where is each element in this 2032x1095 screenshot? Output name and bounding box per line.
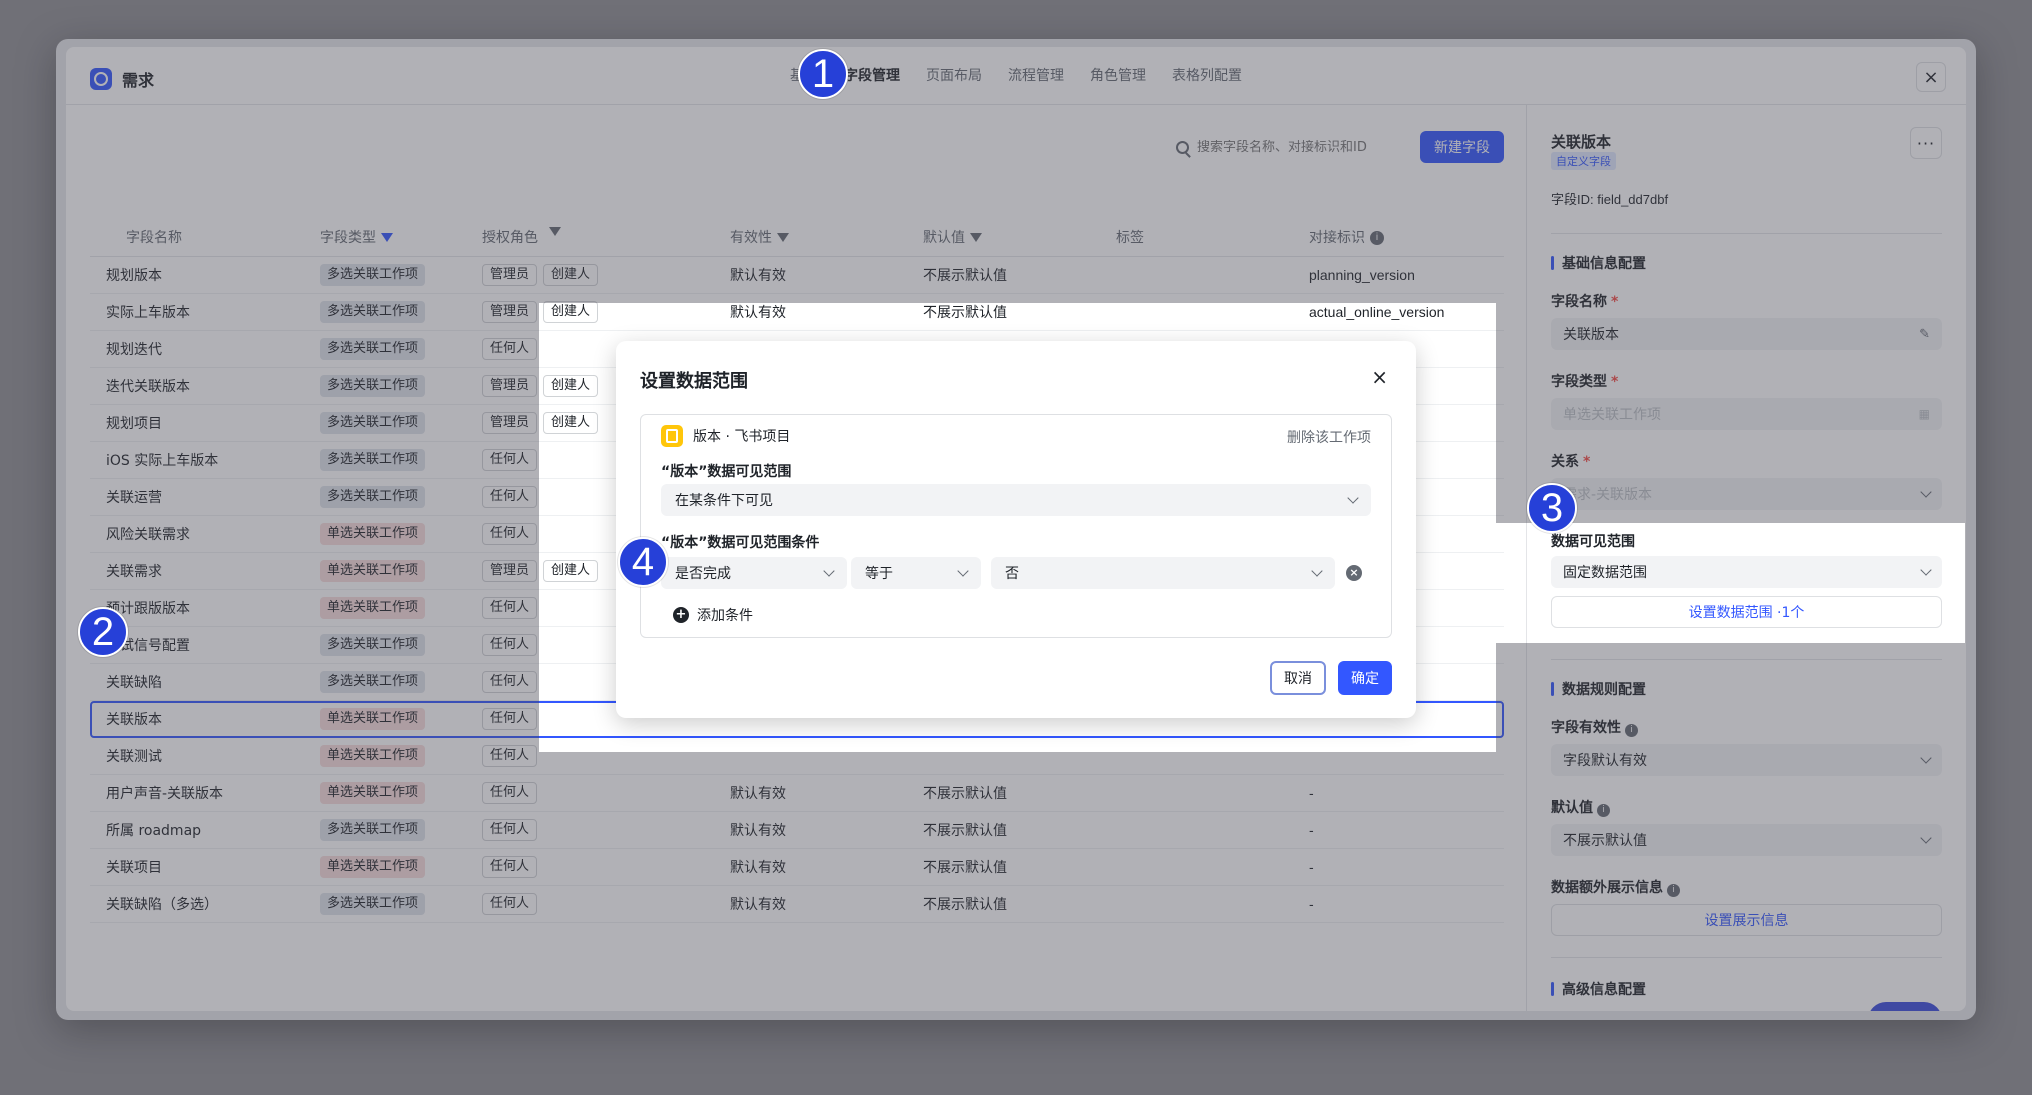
dim-overlay xyxy=(0,752,2032,1095)
chevron-down-icon xyxy=(1920,564,1932,576)
modal-close-button[interactable]: × xyxy=(1371,365,1388,389)
condition-box: 版本 · 飞书项目 删除该工作项 “版本”数据可见范围 在某条件下可见 “版本”… xyxy=(640,414,1392,638)
role-tag: 创建人 xyxy=(543,375,599,397)
dim-overlay xyxy=(0,303,539,752)
condition-value-select[interactable]: 否 xyxy=(991,557,1335,589)
close-icon: × xyxy=(1371,365,1388,389)
condition-operator-select[interactable]: 等于 xyxy=(851,557,981,589)
step-marker-3: 3 xyxy=(1527,483,1577,533)
scope-select[interactable]: 在某条件下可见 xyxy=(661,484,1371,516)
set-data-range-modal: 设置数据范围 × 版本 · 飞书项目 删除该工作项 “版本”数据可见范围 在某条… xyxy=(616,341,1416,718)
data-visible-range-label: 数据可见范围 xyxy=(1551,534,1635,550)
set-data-range-button[interactable]: 设置数据范围 ·1个 xyxy=(1551,596,1942,628)
delete-work-item-link[interactable]: 删除该工作项 xyxy=(1287,427,1371,447)
chevron-down-icon xyxy=(1347,492,1359,504)
add-condition-button[interactable]: + 添加条件 xyxy=(673,605,753,625)
chevron-down-icon xyxy=(823,565,835,577)
modal-title: 设置数据范围 xyxy=(640,371,748,392)
step-marker-4: 4 xyxy=(618,537,668,587)
validity-cell: 默认有效 xyxy=(730,305,786,321)
plus-icon: + xyxy=(673,607,689,623)
chevron-down-icon xyxy=(957,565,969,577)
work-item-header: 版本 · 飞书项目 xyxy=(661,425,790,447)
work-item-name: 版本 · 飞书项目 xyxy=(693,429,791,445)
data-visible-range-select[interactable]: 固定数据范围 xyxy=(1551,556,1942,588)
scope-label: “版本”数据可见范围 xyxy=(661,464,792,480)
bookmark-icon xyxy=(661,425,683,447)
dim-overlay xyxy=(1965,523,2032,643)
step-marker-2: 2 xyxy=(78,607,128,657)
key-cell: actual_online_version xyxy=(1309,304,1445,320)
step-marker-1: 1 xyxy=(798,49,848,99)
condition-field-select[interactable]: 是否完成 xyxy=(661,557,847,589)
cancel-button[interactable]: 取消 xyxy=(1270,661,1326,695)
chevron-down-icon xyxy=(1311,565,1323,577)
condition-label: “版本”数据可见范围条件 xyxy=(661,535,820,551)
default-cell: 不展示默认值 xyxy=(923,305,1007,321)
role-tag: 创建人 xyxy=(543,412,599,434)
role-tag: 创建人 xyxy=(543,301,599,323)
role-tag: 创建人 xyxy=(543,560,599,582)
dim-overlay xyxy=(1496,643,2032,752)
dim-overlay xyxy=(1496,303,2032,523)
dim-overlay xyxy=(0,0,2032,303)
confirm-button[interactable]: 确定 xyxy=(1338,661,1392,695)
remove-condition-icon[interactable]: × xyxy=(1346,565,1362,581)
